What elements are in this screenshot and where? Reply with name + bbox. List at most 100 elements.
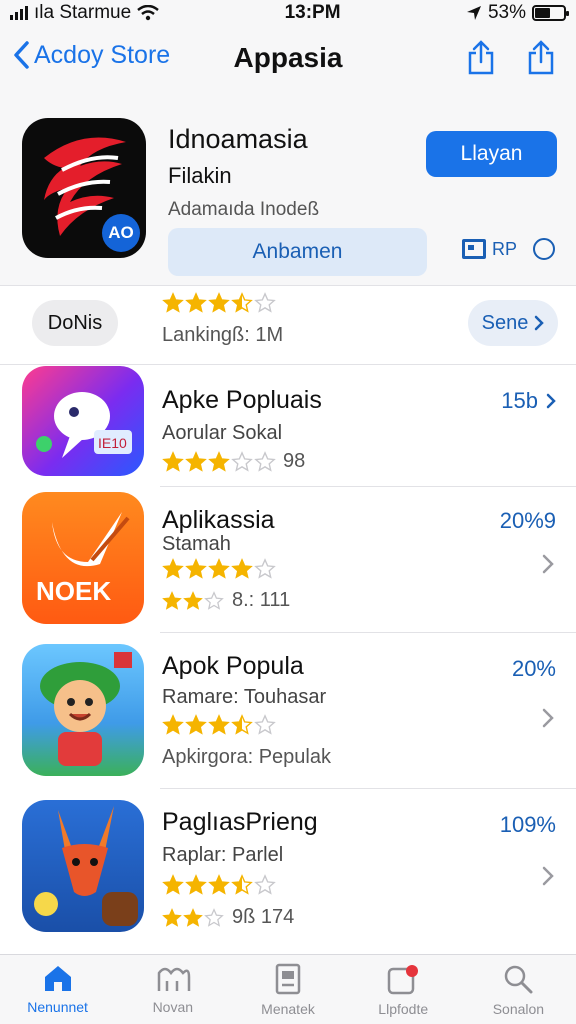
- ranking-label: Lankingß: 1M: [162, 324, 284, 346]
- app-rating: [162, 874, 276, 896]
- app-category: Ramare: Touhasar: [162, 686, 327, 708]
- star-icon: [185, 558, 207, 579]
- location-icon: [466, 6, 481, 20]
- app-icon: NOEK: [22, 492, 144, 624]
- star-icon: [254, 714, 276, 735]
- tab-label: Menatek: [261, 1001, 315, 1017]
- star-icon: [185, 292, 207, 313]
- star-icon: [162, 450, 184, 472]
- star-icon: [231, 714, 253, 735]
- featured-app-card: AO Idnoamasia Filakin Adamaıda Inodeß Ll…: [0, 94, 576, 286]
- battery-percent: 53%: [487, 2, 526, 23]
- star-icon: [204, 907, 224, 927]
- app-extra: Apkirgora: Pepulak: [162, 746, 331, 768]
- tab-label: Llpfodte: [378, 1001, 429, 1017]
- tab-bar: Nenunnet Novan Menatek Llpfodte Sonalon: [0, 954, 576, 1024]
- star-rating: [162, 558, 276, 580]
- status-right: 53%: [466, 2, 569, 24]
- star-icon: [185, 714, 207, 735]
- filter-rating: [162, 292, 276, 314]
- app-stat: 15b: [501, 388, 556, 414]
- star-icon: [254, 292, 276, 313]
- list-item[interactable]: NOEK Aplikassia Stamah 8.: 111 20%9: [0, 486, 576, 632]
- app-icon: [22, 644, 144, 776]
- app-stat-value: 109%: [499, 812, 556, 837]
- arcade-icon: [275, 963, 301, 995]
- wifi-icon: [137, 5, 159, 21]
- secondary-button[interactable]: Anbamen: [168, 228, 427, 276]
- row-divider: [160, 632, 576, 633]
- app-name: Apke Popluais: [162, 386, 322, 414]
- share-alt-icon[interactable]: [526, 40, 556, 76]
- star-icon: [183, 590, 203, 610]
- star-icon: [208, 714, 230, 735]
- list-item[interactable]: Apok Popula Ramare: Touhasar Apkirgora: …: [0, 632, 576, 788]
- list-item[interactable]: PaglıasPrieng Raplar: Parlel 9ß 174 109%: [0, 788, 576, 954]
- chevron-right-icon: [535, 315, 545, 331]
- chat-mascot-icon: IE10: [36, 392, 132, 458]
- battery-icon: [532, 5, 569, 21]
- cartoon-character-icon: [40, 652, 132, 766]
- app-category: Stamah: [162, 533, 231, 555]
- see-all-button[interactable]: Sene: [468, 300, 558, 346]
- star-icon: [183, 907, 203, 927]
- featured-app-name: Idnoamasia: [168, 124, 308, 154]
- tab-label: Nenunnet: [27, 999, 88, 1015]
- app-rating: 98: [162, 450, 305, 473]
- apps-icon: [157, 967, 191, 991]
- app-icon: [22, 800, 144, 932]
- tab-home[interactable]: Nenunnet: [0, 955, 115, 1024]
- search-icon: [505, 965, 533, 994]
- row-divider: [160, 788, 576, 789]
- app-category: Aorular Sokal: [162, 422, 283, 444]
- featured-app-subtitle: Filakin: [168, 163, 232, 188]
- app-name: Aplikassia: [162, 506, 275, 534]
- chevron-right-icon[interactable]: [542, 554, 554, 574]
- tab-apps[interactable]: Novan: [115, 955, 230, 1024]
- featured-app-icon[interactable]: AO: [22, 118, 146, 258]
- star-rating: [162, 590, 224, 611]
- star-icon: [162, 907, 182, 927]
- chevron-left-icon: [14, 41, 29, 69]
- tab-arcade[interactable]: Menatek: [230, 955, 345, 1024]
- share-icon[interactable]: [466, 40, 496, 76]
- app-category: Raplar: Parlel: [162, 844, 284, 866]
- status-left: ıla Starmue: [10, 2, 159, 24]
- star-icon: [231, 450, 253, 472]
- featured-extra-action[interactable]: RP: [462, 238, 556, 260]
- back-label: Acdoy Store: [34, 40, 171, 69]
- app-name: PaglıasPrieng: [162, 808, 318, 836]
- signal-icon: [10, 6, 28, 20]
- app-extra: 8.: 111: [232, 589, 291, 611]
- row-divider: [160, 486, 576, 487]
- sword-logo-icon: NOEK: [36, 512, 130, 606]
- featured-badge: AO: [102, 214, 140, 252]
- star-icon: [208, 558, 230, 579]
- chevron-right-icon[interactable]: [542, 866, 554, 886]
- list-item[interactable]: IE10 Apke Popluais Aorular Sokal 98 15b: [0, 364, 576, 486]
- see-all-label: Sene: [481, 311, 529, 334]
- tab-updates[interactable]: Llpfodte: [346, 955, 461, 1024]
- app-rating: [162, 558, 276, 580]
- star-icon: [162, 590, 182, 610]
- screen-icon: [462, 239, 486, 259]
- filter-row: DoNis Lankingß: 1M Sene: [0, 286, 576, 364]
- home-icon: [44, 966, 71, 991]
- get-button[interactable]: Llayan: [426, 131, 557, 177]
- app-rating: [162, 714, 276, 736]
- star-icon: [208, 292, 230, 313]
- star-icon: [254, 874, 276, 895]
- star-icon: [185, 874, 207, 895]
- star-icon: [162, 292, 184, 313]
- star-icon: [208, 874, 230, 895]
- star-icon: [231, 558, 253, 579]
- star-icon: [208, 450, 230, 472]
- tab-search[interactable]: Sonalon: [461, 955, 576, 1024]
- filter-chip[interactable]: DoNis: [32, 300, 118, 346]
- back-button[interactable]: Acdoy Store: [12, 40, 170, 70]
- svg-text:IE10: IE10: [98, 435, 127, 451]
- star-icon: [231, 292, 253, 313]
- tab-label: Novan: [152, 999, 194, 1015]
- star-rating: [162, 874, 276, 896]
- chevron-right-icon[interactable]: [542, 708, 554, 728]
